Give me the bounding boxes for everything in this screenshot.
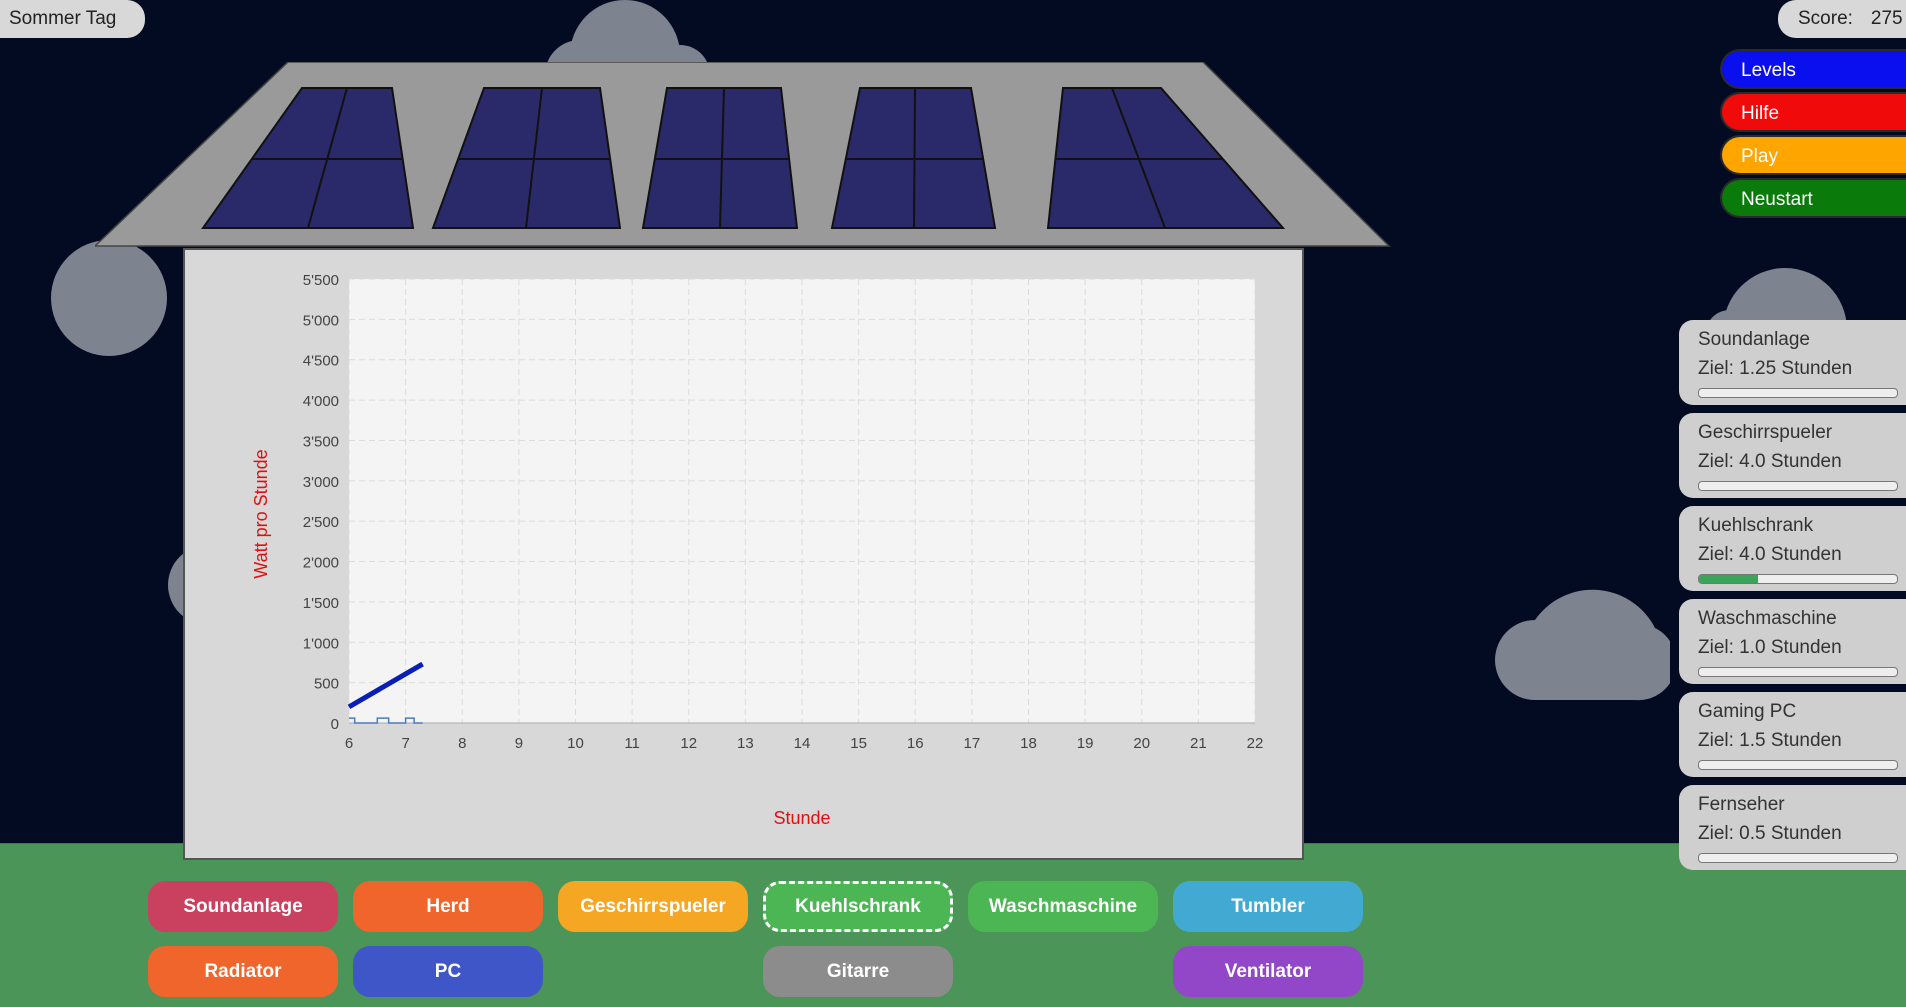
task-progress-bar: [1698, 760, 1898, 770]
score-value: 275: [1870, 8, 1903, 29]
x-tick-label: 18: [1020, 735, 1037, 752]
x-tick-label: 19: [1077, 735, 1094, 752]
day-label: Sommer Tag: [0, 0, 145, 38]
x-tick-label: 12: [680, 735, 697, 752]
y-tick-label: 0: [331, 716, 339, 733]
x-tick-label: 21: [1190, 735, 1207, 752]
restart-button[interactable]: Neustart: [1720, 178, 1906, 218]
y-tick-label: 1'500: [303, 595, 339, 612]
appliance-button-pc[interactable]: PC: [353, 946, 543, 997]
y-tick-label: 2'000: [303, 555, 339, 572]
solar-panel: [830, 87, 997, 229]
y-tick-label: 1'000: [303, 635, 339, 652]
task-progress-bar: [1698, 574, 1898, 584]
x-tick-label: 17: [964, 735, 981, 752]
appliance-button-waschmaschine[interactable]: Waschmaschine: [968, 881, 1158, 932]
task-name: Geschirrspueler: [1698, 422, 1833, 443]
y-tick-label: 2'500: [303, 514, 339, 531]
cloud-icon: [1495, 589, 1670, 701]
x-tick-label: 8: [458, 735, 466, 752]
appliance-button-tumbler[interactable]: Tumbler: [1173, 881, 1363, 932]
task-name: Kuehlschrank: [1698, 515, 1814, 536]
task-goal: Ziel: 1.0 Stunden: [1698, 637, 1842, 658]
task-card-geschirrspueler: Geschirrspueler Ziel: 4.0 Stunden: [1679, 413, 1906, 498]
score-label: Score:: [1798, 8, 1853, 29]
x-tick-label: 14: [794, 735, 811, 752]
x-tick-label: 6: [345, 735, 353, 752]
house-wall: 0 500 1'000 1'500 2'000 2'500 3'000 3'500 4'000 4…: [183, 248, 1304, 860]
score-display: Score: 275: [1778, 0, 1906, 38]
task-goal: Ziel: 0.5 Stunden: [1698, 823, 1842, 844]
task-name: Soundanlage: [1698, 329, 1810, 350]
task-goal: Ziel: 4.0 Stunden: [1698, 544, 1842, 565]
y-tick-label: 5'500: [303, 272, 339, 289]
appliance-button-soundanlage[interactable]: Soundanlage: [148, 881, 338, 932]
task-card-fernseher: Fernseher Ziel: 0.5 Stunden: [1679, 785, 1906, 870]
x-tick-label: 20: [1133, 735, 1150, 752]
x-tick-label: 15: [850, 735, 867, 752]
appliance-button-gitarre[interactable]: Gitarre: [763, 946, 953, 997]
play-button[interactable]: Play: [1720, 135, 1906, 175]
task-progress-bar: [1698, 481, 1898, 491]
levels-button[interactable]: Levels: [1720, 49, 1906, 89]
appliance-button-herd[interactable]: Herd: [353, 881, 543, 932]
y-tick-label: 4'000: [303, 393, 339, 410]
task-goal: Ziel: 4.0 Stunden: [1698, 451, 1842, 472]
task-card-gaming-pc: Gaming PC Ziel: 1.5 Stunden: [1679, 692, 1906, 777]
x-tick-label: 9: [515, 735, 523, 752]
task-goal: Ziel: 1.5 Stunden: [1698, 730, 1842, 751]
x-tick-label: 13: [737, 735, 754, 752]
y-tick-label: 4'500: [303, 353, 339, 370]
help-button[interactable]: Hilfe: [1720, 92, 1906, 132]
cloud-icon: [545, 0, 710, 70]
task-card-waschmaschine: Waschmaschine Ziel: 1.0 Stunden: [1679, 599, 1906, 684]
appliance-button-geschirrspueler[interactable]: Geschirrspueler: [558, 881, 748, 932]
x-tick-label: 10: [567, 735, 584, 752]
x-axis-label: Stunde: [773, 808, 830, 828]
appliance-button-radiator[interactable]: Radiator: [148, 946, 338, 997]
energy-chart: 0 500 1'000 1'500 2'000 2'500 3'000 3'500 4'000 4…: [251, 272, 1264, 828]
y-tick-label: 500: [314, 676, 339, 693]
task-name: Gaming PC: [1698, 701, 1797, 722]
y-axis-label: Watt pro Stunde: [251, 449, 271, 578]
task-card-soundanlage: Soundanlage Ziel: 1.25 Stunden: [1679, 320, 1906, 405]
task-progress-bar: [1698, 388, 1898, 398]
x-tick-label: 11: [624, 735, 640, 752]
y-tick-label: 3'000: [303, 474, 339, 491]
x-tick-label: 22: [1247, 735, 1264, 752]
task-name: Waschmaschine: [1698, 608, 1837, 629]
solar-panel: [641, 87, 799, 229]
task-progress-bar: [1698, 667, 1898, 677]
solar-roof: [95, 62, 1391, 247]
appliance-button-kuehlschrank[interactable]: Kuehlschrank: [763, 881, 953, 932]
y-tick-label: 3'500: [303, 433, 339, 450]
task-card-kuehlschrank: Kuehlschrank Ziel: 4.0 Stunden: [1679, 506, 1906, 591]
cloud-icon: [51, 240, 167, 356]
x-tick-label: 16: [907, 735, 924, 752]
task-progress-bar: [1698, 853, 1898, 863]
x-tick-label: 7: [401, 735, 409, 752]
y-tick-label: 5'000: [303, 312, 339, 329]
task-goal: Ziel: 1.25 Stunden: [1698, 358, 1853, 379]
appliance-button-ventilator[interactable]: Ventilator: [1173, 946, 1363, 997]
task-name: Fernseher: [1698, 794, 1785, 815]
